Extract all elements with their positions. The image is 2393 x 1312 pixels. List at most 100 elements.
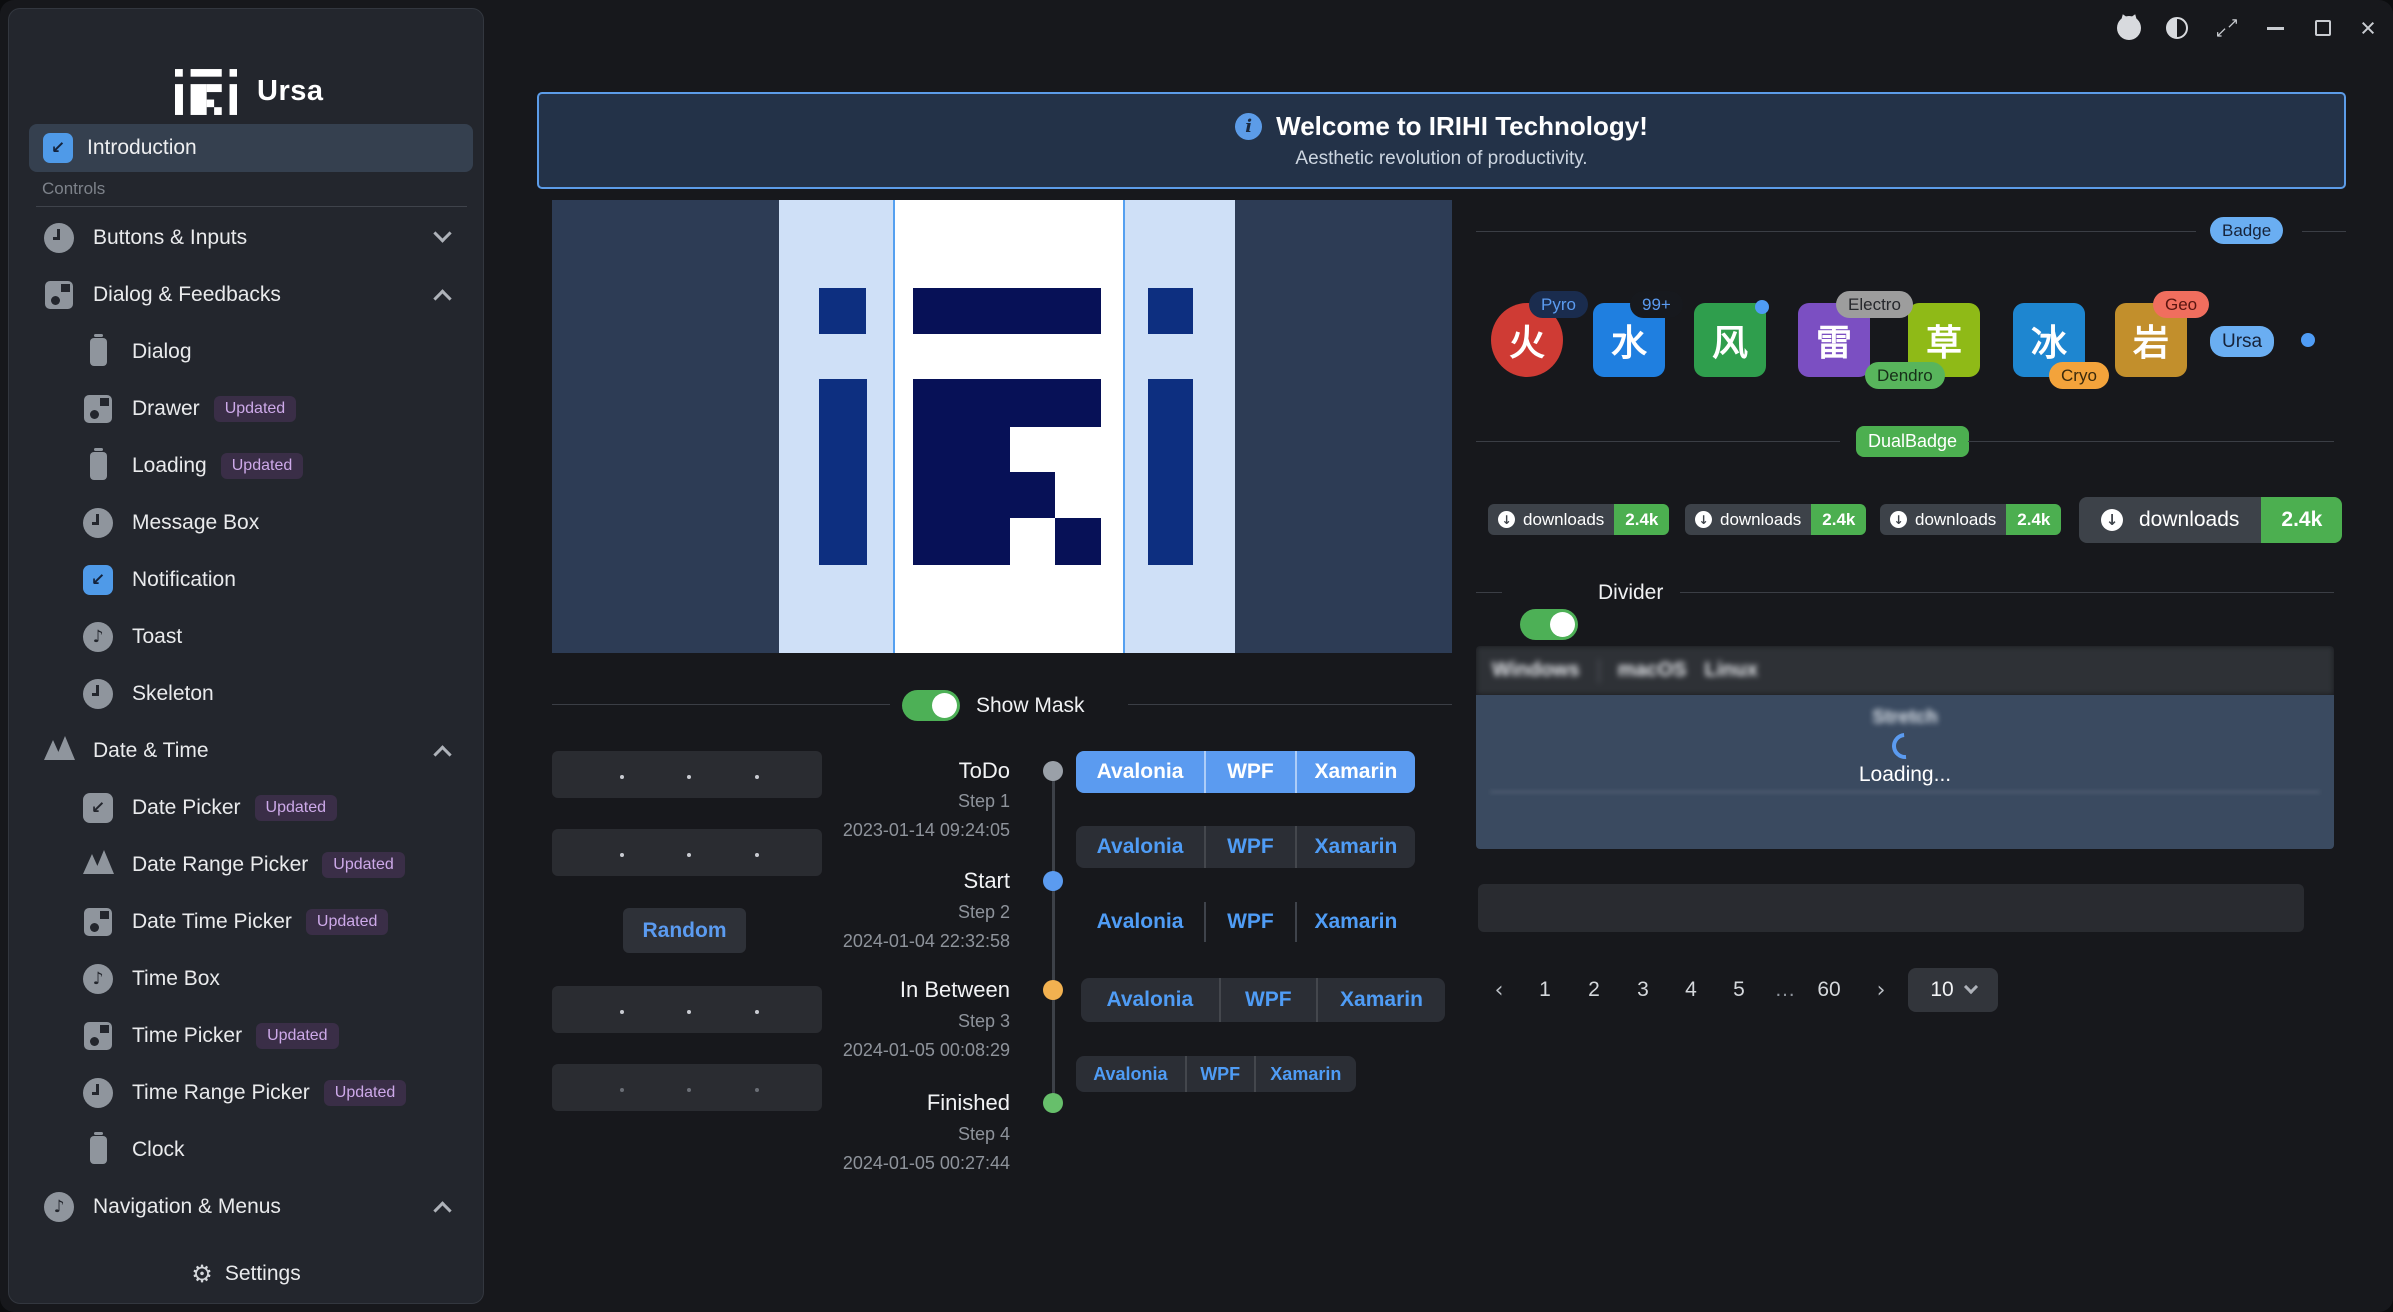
- stretch-label: Stretch: [1476, 707, 2334, 729]
- xamarin-button[interactable]: Xamarin: [1295, 902, 1415, 942]
- import-icon: ↙: [43, 133, 73, 163]
- sidebar-divider: [36, 206, 467, 207]
- resize-button[interactable]: ↗↙: [2213, 14, 2241, 42]
- avalonia-button[interactable]: Avalonia: [1076, 1056, 1185, 1092]
- clock-icon: [81, 677, 115, 711]
- gear-icon: ⚙: [191, 1260, 213, 1288]
- theme-toggle-button[interactable]: [2163, 14, 2191, 42]
- sidebar-item-time-range-picker[interactable]: Time Range Picker Updated: [9, 1064, 485, 1121]
- xamarin-button[interactable]: Xamarin: [1316, 978, 1445, 1022]
- button-group-small: Avalonia WPF Xamarin: [1076, 1056, 1356, 1092]
- page-button-5[interactable]: 5: [1722, 975, 1756, 1005]
- avalonia-button[interactable]: Avalonia: [1076, 751, 1204, 793]
- timeline-title: Finished: [780, 1090, 1010, 1116]
- show-mask-toggle[interactable]: [902, 690, 960, 721]
- xamarin-button[interactable]: Xamarin: [1295, 826, 1415, 868]
- app-title: Ursa: [257, 75, 324, 108]
- timeline-step: Step 3: [780, 1011, 1010, 1032]
- page-prev-button[interactable]: ‹: [1482, 975, 1516, 1005]
- sidebar-section-navigation-menus[interactable]: ♪ Navigation & Menus: [9, 1178, 485, 1235]
- timeline-title: ToDo: [780, 758, 1010, 784]
- theme-toggle-icon: [2166, 17, 2188, 39]
- button-group-borderless: Avalonia WPF Xamarin: [1076, 902, 1415, 942]
- import-icon: ↙: [81, 791, 115, 825]
- wpf-button[interactable]: WPF: [1204, 826, 1295, 868]
- clock-icon: [81, 506, 115, 540]
- page-size-select[interactable]: 10: [1908, 968, 1998, 1012]
- sidebar-item-skeleton[interactable]: Skeleton: [9, 665, 485, 722]
- page-button-1[interactable]: 1: [1528, 975, 1562, 1005]
- sidebar-section-buttons-inputs[interactable]: Buttons & Inputs: [9, 209, 485, 266]
- avalonia-button[interactable]: Avalonia: [1081, 978, 1219, 1022]
- ursa-badge: Ursa: [2210, 326, 2274, 357]
- clock-icon: [81, 1076, 115, 1110]
- divider-toggle[interactable]: [1520, 609, 1578, 640]
- updated-badge: Updated: [322, 852, 405, 878]
- updated-badge: Updated: [221, 453, 304, 479]
- avalonia-button[interactable]: Avalonia: [1076, 902, 1204, 942]
- settings-button[interactable]: ⚙ Settings: [10, 1246, 482, 1302]
- cryo-badge: Cryo: [2049, 362, 2109, 389]
- sidebar-item-date-picker[interactable]: ↙ Date Picker Updated: [9, 779, 485, 836]
- maximize-button[interactable]: [2309, 14, 2337, 42]
- sidebar-section-date-time[interactable]: Date & Time: [9, 722, 485, 779]
- chevron-down-icon: [1964, 980, 1978, 994]
- avalonia-button[interactable]: Avalonia: [1076, 826, 1204, 868]
- page-button-2[interactable]: 2: [1577, 975, 1611, 1005]
- wpf-button[interactable]: WPF: [1204, 751, 1295, 793]
- sidebar-item-introduction[interactable]: ↙ Introduction: [29, 124, 473, 172]
- loading-overlay: Stretch Loading...: [1476, 695, 2334, 849]
- page-button-60[interactable]: 60: [1812, 975, 1846, 1005]
- sidebar-item-drawer[interactable]: Drawer Updated: [9, 380, 485, 437]
- sidebar-item-clock[interactable]: Clock: [9, 1121, 485, 1178]
- timeline-dot-start: [1043, 871, 1063, 891]
- page-button-4[interactable]: 4: [1674, 975, 1708, 1005]
- xamarin-button[interactable]: Xamarin: [1254, 1056, 1356, 1092]
- random-button[interactable]: Random: [623, 908, 746, 953]
- sidebar-item-time-picker[interactable]: Time Picker Updated: [9, 1007, 485, 1064]
- github-button[interactable]: [2115, 14, 2143, 42]
- wpf-button[interactable]: WPF: [1185, 1056, 1254, 1092]
- tab-windows[interactable]: Windows: [1492, 659, 1580, 682]
- save-icon: [81, 1019, 115, 1053]
- timeline-step: Step 1: [780, 791, 1010, 812]
- wpf-button[interactable]: WPF: [1204, 902, 1295, 942]
- welcome-banner: i Welcome to IRIHI Technology! Aesthetic…: [537, 92, 2346, 189]
- divider-line: [2302, 231, 2346, 232]
- sidebar-item-toast[interactable]: ♪ Toast: [9, 608, 485, 665]
- badge-square-wind: 风: [1694, 303, 1766, 377]
- divider-toggle-label: Divider: [1598, 581, 1663, 605]
- xamarin-button[interactable]: Xamarin: [1295, 751, 1415, 793]
- tab-macos[interactable]: macOS: [1618, 659, 1687, 682]
- trees-icon: [42, 734, 76, 768]
- downloads-dual-badge: ↓downloads 2.4k: [1880, 504, 2061, 535]
- tab-linux[interactable]: Linux: [1705, 659, 1758, 682]
- sidebar-item-message-box[interactable]: Message Box: [9, 494, 485, 551]
- sidebar-item-notification[interactable]: ↙ Notification: [9, 551, 485, 608]
- sidebar-item-loading[interactable]: Loading Updated: [9, 437, 485, 494]
- wpf-button[interactable]: WPF: [1219, 978, 1316, 1022]
- close-button[interactable]: ×: [2354, 14, 2382, 42]
- empty-input-panel[interactable]: [1478, 884, 2304, 932]
- ursa-logo-icon: [175, 69, 237, 115]
- divider-line: [1128, 704, 1452, 705]
- electro-badge: Electro: [1836, 291, 1913, 318]
- battery-icon: [81, 449, 115, 483]
- trees-icon: [81, 848, 115, 882]
- loading-tab-panel: Windows macOS Linux Stretch Loading...: [1476, 646, 2334, 849]
- sidebar: Ursa ↙ Introduction Controls Buttons & I…: [8, 8, 484, 1304]
- page-button-3[interactable]: 3: [1626, 975, 1660, 1005]
- save-icon: [81, 905, 115, 939]
- sidebar-item-dialog[interactable]: Dialog: [9, 323, 485, 380]
- blurred-divider: [1490, 791, 2320, 793]
- mask-border-line: [893, 200, 895, 653]
- dot-badge: [2301, 333, 2315, 347]
- sidebar-item-date-time-picker[interactable]: Date Time Picker Updated: [9, 893, 485, 950]
- page-next-button[interactable]: ›: [1864, 975, 1898, 1005]
- timeline-step: Step 2: [780, 902, 1010, 923]
- sidebar-section-dialog-feedbacks[interactable]: Dialog & Feedbacks: [9, 266, 485, 323]
- sidebar-item-time-box[interactable]: ♪ Time Box: [9, 950, 485, 1007]
- minimize-button[interactable]: [2261, 14, 2289, 42]
- sidebar-item-date-range-picker[interactable]: Date Range Picker Updated: [9, 836, 485, 893]
- button-group-dark-wide: Avalonia WPF Xamarin: [1081, 978, 1445, 1022]
